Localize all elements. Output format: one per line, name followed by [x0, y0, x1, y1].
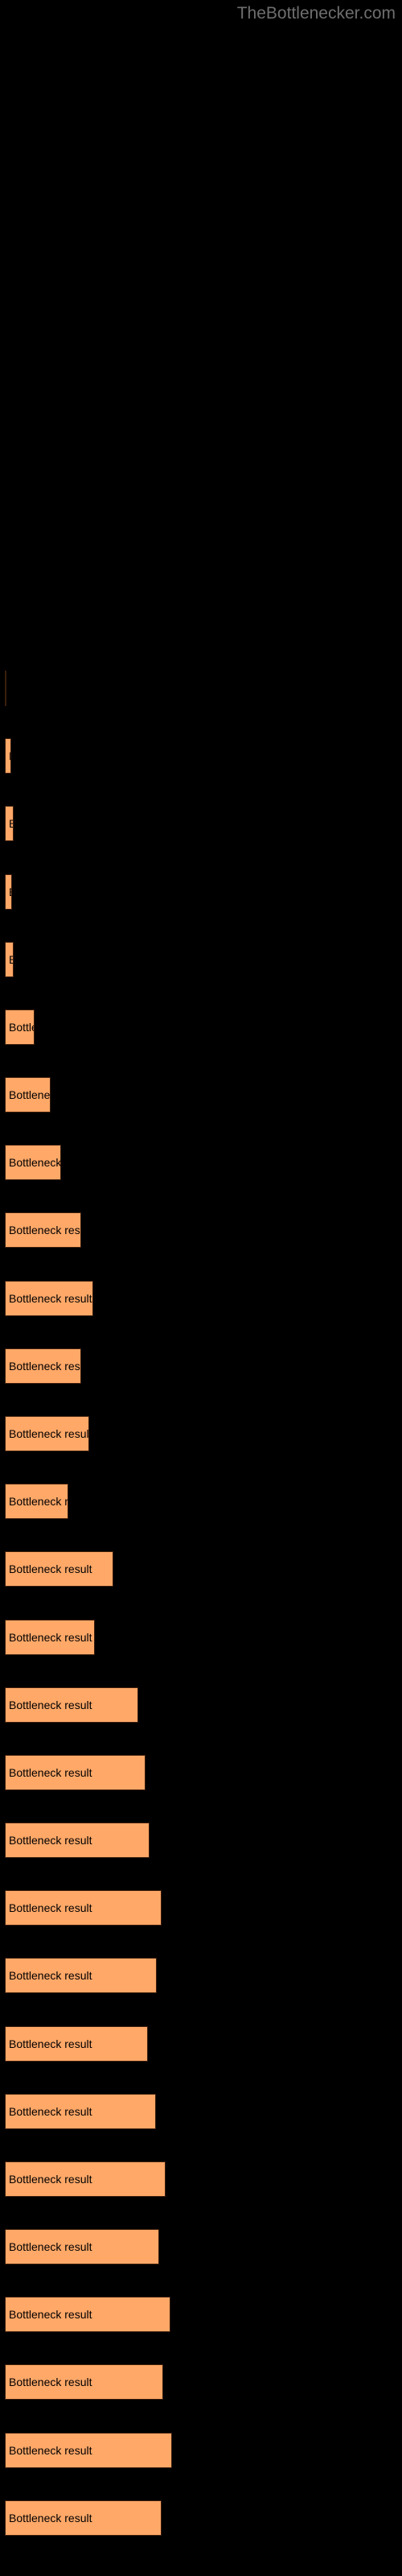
chart-bar[interactable]: Bottleneck result	[5, 1416, 89, 1451]
chart-bar[interactable]: Bottleneck result	[5, 738, 11, 774]
bar-row: Bottleneck result	[0, 1551, 402, 1587]
bar-label: Bottleneck result	[9, 1699, 92, 1711]
chart-bar[interactable]: Bottleneck result	[5, 2297, 170, 2332]
bar-label: Bottleneck result	[9, 1766, 92, 1779]
chart-bar[interactable]: Bottleneck result	[5, 1348, 81, 1384]
bar-label: Bottleneck result	[9, 1088, 51, 1101]
bar-row: Bottleneck result	[0, 738, 402, 774]
bar-row: Bottleneck result	[0, 2229, 402, 2264]
bar-row: Bottleneck result	[0, 2500, 402, 2536]
chart-bar[interactable]: Bottleneck result	[5, 2500, 162, 2536]
bar-row: Bottleneck result	[0, 2094, 402, 2129]
bar-chart: Bottleneck result Bottleneck result Bottle…	[0, 0, 402, 2576]
chart-bar[interactable]: Bottleneck result	[5, 942, 14, 977]
bar-label: Bottleneck result	[9, 2173, 92, 2186]
bar-row: Bottleneck result	[0, 2026, 402, 2062]
chart-bar[interactable]: Bottleneck result	[5, 2229, 159, 2264]
chart-bar[interactable]: Bottleneck result	[5, 1958, 157, 1993]
bar-row: Bottleneck result	[0, 1009, 402, 1045]
bar-label: Bottleneck result	[9, 1224, 80, 1236]
chart-bar[interactable]: Bottleneck result	[5, 1281, 93, 1316]
bar-row: Bottleneck result	[0, 1416, 402, 1451]
bar-row: Bottleneck result	[0, 1958, 402, 1993]
bar-row: Bottleneck result	[0, 1755, 402, 1790]
bar-label: Bottleneck result	[9, 1631, 92, 1644]
bar-row: Bottleneck result	[0, 1687, 402, 1723]
bar-label: Bottleneck result	[9, 1495, 68, 1508]
bar-row: Bottleneck result	[0, 2161, 402, 2197]
bar-row: Bottleneck result	[0, 1145, 402, 1180]
bar-row: Bottleneck result	[0, 874, 402, 910]
bar-row: Bottleneck result	[0, 2364, 402, 2400]
bar-label: Bottleneck result	[9, 2240, 92, 2253]
chart-bar[interactable]: Bottleneck result	[5, 1823, 150, 1858]
bar-label: Bottleneck result	[9, 1901, 92, 1914]
bar-row: Bottleneck result	[0, 2433, 402, 2468]
bar-row: Bottleneck result	[0, 806, 402, 841]
chart-bar[interactable]: Bottleneck result	[5, 671, 6, 706]
bar-label: Bottleneck result	[9, 1834, 92, 1847]
chart-bar[interactable]: Bottleneck result	[5, 1212, 81, 1248]
bar-row: Bottleneck result	[0, 1212, 402, 1248]
chart-bar[interactable]: Bottleneck result	[5, 806, 14, 841]
bar-row: Bottleneck result	[0, 671, 402, 706]
bar-label: Bottleneck result	[9, 1563, 92, 1575]
bar-label: Bottleneck result	[9, 2444, 92, 2457]
chart-bar[interactable]: Bottleneck result	[5, 1890, 162, 1926]
bar-row: Bottleneck result	[0, 942, 402, 977]
chart-bar[interactable]: Bottleneck result	[5, 1145, 61, 1180]
bar-label: Bottleneck result	[9, 1292, 92, 1305]
chart-bar[interactable]: Bottleneck result	[5, 1687, 138, 1723]
bar-label: Bottleneck result	[9, 749, 10, 762]
bar-row: Bottleneck result	[0, 1823, 402, 1858]
bar-label: Bottleneck result	[9, 2105, 92, 2118]
bar-label: Bottleneck result	[9, 1021, 34, 1034]
bar-label: Bottleneck result	[9, 1156, 61, 1169]
bar-row: Bottleneck result	[0, 1890, 402, 1926]
bar-label: Bottleneck result	[9, 1360, 80, 1373]
bar-label: Bottleneck result	[9, 2308, 92, 2321]
chart-bar[interactable]: Bottleneck result	[5, 2094, 156, 2129]
bar-row: Bottleneck result	[0, 2297, 402, 2332]
chart-bar[interactable]: Bottleneck result	[5, 1551, 113, 1587]
chart-bar[interactable]: Bottleneck result	[5, 874, 12, 910]
chart-bar[interactable]: Bottleneck result	[5, 1484, 68, 1519]
chart-bar[interactable]: Bottleneck result	[5, 1620, 95, 1655]
bar-label: Bottleneck result	[9, 2037, 92, 2050]
bar-label: Bottleneck result	[9, 1969, 92, 1982]
bar-label: Bottleneck result	[9, 1427, 89, 1440]
bar-row: Bottleneck result	[0, 1484, 402, 1519]
bar-row: Bottleneck result	[0, 1077, 402, 1113]
chart-bar[interactable]: Bottleneck result	[5, 2161, 166, 2197]
chart-bar[interactable]: Bottleneck result	[5, 1077, 51, 1113]
chart-bar[interactable]: Bottleneck result	[5, 1755, 146, 1790]
chart-bar[interactable]: Bottleneck result	[5, 2433, 172, 2468]
bar-label: Bottleneck result	[9, 2512, 92, 2524]
bar-row: Bottleneck result	[0, 1281, 402, 1316]
bar-row: Bottleneck result	[0, 1620, 402, 1655]
bar-row: Bottleneck result	[0, 1348, 402, 1384]
bar-label: Bottleneck result	[9, 886, 11, 898]
bar-label: Bottleneck result	[9, 953, 13, 966]
chart-bar[interactable]: Bottleneck result	[5, 1009, 35, 1045]
bar-label: Bottleneck result	[9, 817, 13, 830]
chart-bar[interactable]: Bottleneck result	[5, 2364, 163, 2400]
bar-label: Bottleneck result	[9, 2376, 92, 2388]
chart-bar[interactable]: Bottleneck result	[5, 2026, 148, 2062]
